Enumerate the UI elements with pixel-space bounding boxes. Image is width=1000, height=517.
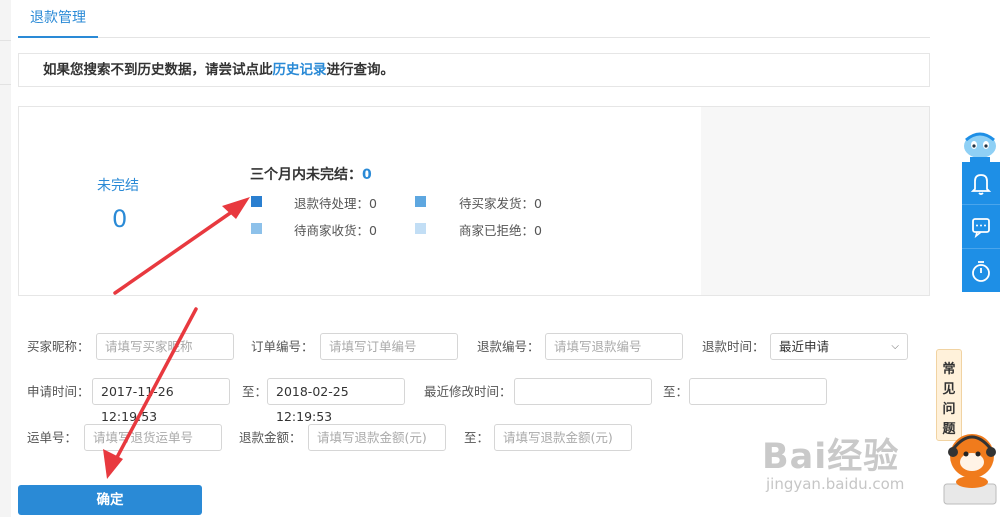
stat-buyer-ship[interactable]: 待买家发货：0 (459, 193, 542, 212)
modify-time-label: 最近修改时间： (424, 384, 512, 399)
stat-seller-receive[interactable]: 待商家收货：0 (294, 220, 377, 239)
mascot-icon (964, 132, 996, 163)
apply-time-from-input[interactable]: 2017-11-26 12:19:53 (92, 378, 230, 424)
confirm-button[interactable]: 确定 (18, 485, 202, 515)
refund-time-label: 退款时间： (702, 339, 765, 354)
unfinished-label[interactable]: 未完结 (97, 175, 139, 195)
side-toolbar (962, 162, 1000, 292)
left-sidebar-edge (0, 0, 11, 517)
notification-button[interactable] (962, 162, 1000, 205)
legend-square-seller-rejected (415, 223, 426, 234)
mascot-icon (943, 434, 997, 505)
apply-time-to-input[interactable]: 2018-02-25 12:19:53 (267, 378, 405, 424)
divider (0, 84, 11, 85)
three-month-label: 三个月内未完结： (250, 167, 362, 183)
amount-label: 退款金额： (239, 430, 302, 445)
timer-button[interactable] (962, 250, 1000, 293)
amount-to-input[interactable]: 请填写退款金额(元) (494, 424, 632, 451)
notice-suffix: 进行查询。 (326, 62, 395, 78)
legend-square-pending (251, 196, 262, 207)
refund-time-selected: 最近申请 (779, 339, 830, 354)
divider (0, 40, 11, 41)
notice-prefix: 如果您搜索不到历史数据，请尝试点此 (43, 62, 273, 78)
chevron-down-icon: ⌵ (891, 341, 899, 352)
tab-bar: 退款管理 (18, 0, 930, 38)
faq-char: 常 (942, 362, 956, 377)
order-no-input[interactable]: 请填写订单编号 (320, 333, 458, 360)
amount-from-input[interactable]: 请填写退款金额(元) (308, 424, 446, 451)
chat-icon (972, 218, 990, 239)
message-button[interactable] (962, 206, 1000, 249)
baidu-jingyan-watermark: Bai经验 jingyan.baidu.com (752, 408, 1000, 517)
modify-time-to-label: 至： (663, 384, 689, 399)
three-month-unfinished: 三个月内未完结：0 (250, 164, 372, 184)
watermark-logo-text: Bai经验 (762, 437, 900, 477)
waybill-input[interactable]: 请填写退货运单号 (84, 424, 222, 451)
legend-square-seller-receive (251, 223, 262, 234)
refund-no-label: 退款编号： (477, 339, 540, 354)
modify-time-to-input[interactable] (689, 378, 827, 405)
watermark-url: jingyan.baidu.com (766, 475, 905, 493)
modify-time-from-input[interactable] (514, 378, 652, 405)
legend-square-buyer-ship (415, 196, 426, 207)
faq-char: 见 (942, 382, 956, 397)
history-record-link[interactable]: 历史记录 (273, 62, 327, 78)
stat-refund-pending[interactable]: 退款待处理：0 (294, 193, 377, 212)
waybill-label: 运单号： (27, 430, 78, 445)
refund-stats-panel: 未完结 0 三个月内未完结：0 退款待处理：0 待买家发货：0 待商家收货：0 … (18, 106, 930, 296)
buyer-nick-input[interactable]: 请填写买家昵称 (96, 333, 234, 360)
buyer-nick-label: 买家昵称： (27, 339, 90, 354)
bell-icon (970, 174, 992, 195)
refund-time-select[interactable]: 最近申请 ⌵ (770, 333, 908, 360)
apply-time-label: 申请时间： (27, 384, 90, 399)
amount-to-label: 至： (464, 430, 490, 445)
history-notice: 如果您搜索不到历史数据，请尝试点此历史记录进行查询。 (18, 53, 930, 87)
unfinished-count[interactable]: 0 (112, 205, 127, 233)
apply-time-to-label: 至： (242, 384, 268, 399)
three-month-count: 0 (362, 167, 372, 183)
tab-refund-management[interactable]: 退款管理 (18, 0, 98, 38)
stats-side-area (701, 107, 929, 295)
stat-seller-rejected[interactable]: 商家已拒绝：0 (459, 220, 542, 239)
refund-no-input[interactable]: 请填写退款编号 (545, 333, 683, 360)
stopwatch-icon (972, 261, 990, 282)
order-no-label: 订单编号： (251, 339, 314, 354)
